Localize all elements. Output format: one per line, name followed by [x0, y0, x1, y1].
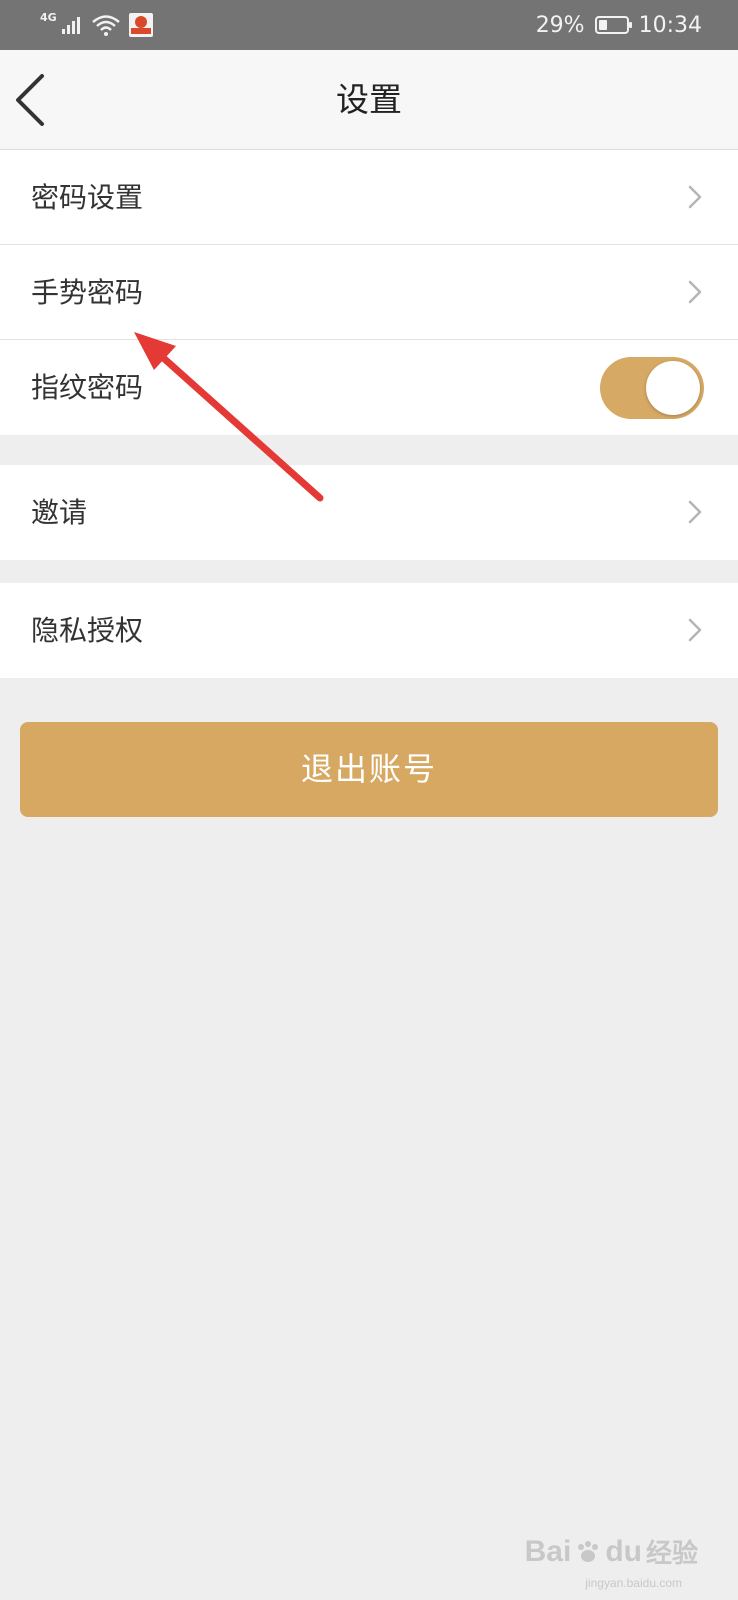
- toggle-knob: [646, 361, 700, 415]
- row-invite[interactable]: 邀请: [0, 465, 738, 560]
- nav-bar: 设置: [0, 50, 738, 150]
- battery-fill: [598, 20, 607, 30]
- row-gesture-password[interactable]: 手势密码: [0, 245, 738, 340]
- watermark-brand-b: du: [605, 1534, 642, 1568]
- paw-logo-icon: [578, 1540, 599, 1562]
- watermark-brand-cn: 经验: [645, 1538, 698, 1568]
- row-password-settings[interactable]: 密码设置: [0, 150, 738, 245]
- chevron-right-icon: [688, 280, 702, 304]
- watermark-brand-a: Bai: [524, 1534, 572, 1568]
- wifi-icon: [91, 15, 120, 36]
- settings-group-security: 密码设置 手势密码 指纹密码: [0, 150, 738, 435]
- baidu-watermark: Bai du 经验: [525, 1533, 698, 1570]
- row-label: 隐私授权: [31, 614, 144, 647]
- row-label: 邀请: [31, 496, 88, 529]
- fingerprint-toggle[interactable]: [600, 357, 704, 419]
- row-label: 指纹密码: [31, 371, 144, 404]
- settings-group-invite: 邀请: [0, 465, 738, 560]
- row-privacy-authorization[interactable]: 隐私授权: [0, 583, 738, 678]
- status-left: 4G: [40, 10, 153, 40]
- row-label: 密码设置: [31, 181, 144, 214]
- signal-icon: [61, 17, 80, 34]
- chevron-right-icon: [688, 185, 702, 209]
- app-notification-icon: [128, 13, 153, 37]
- status-right: 29% 10:34: [536, 0, 702, 50]
- battery-percent: 29%: [535, 12, 585, 38]
- status-time: 10:34: [638, 12, 702, 38]
- battery-icon: [594, 16, 632, 34]
- chevron-right-icon: [688, 500, 702, 524]
- network-type: 4G: [40, 10, 57, 24]
- watermark-url: jingyan.baidu.com: [585, 1576, 682, 1590]
- status-bar: 4G 29% 10:34: [0, 0, 738, 50]
- chevron-right-icon: [688, 618, 702, 642]
- row-label: 手势密码: [31, 276, 144, 309]
- settings-group-privacy: 隐私授权: [0, 583, 738, 678]
- logout-button[interactable]: 退出账号: [20, 722, 718, 817]
- page-title: 设置: [336, 80, 402, 119]
- row-fingerprint-password: 指纹密码: [0, 340, 738, 435]
